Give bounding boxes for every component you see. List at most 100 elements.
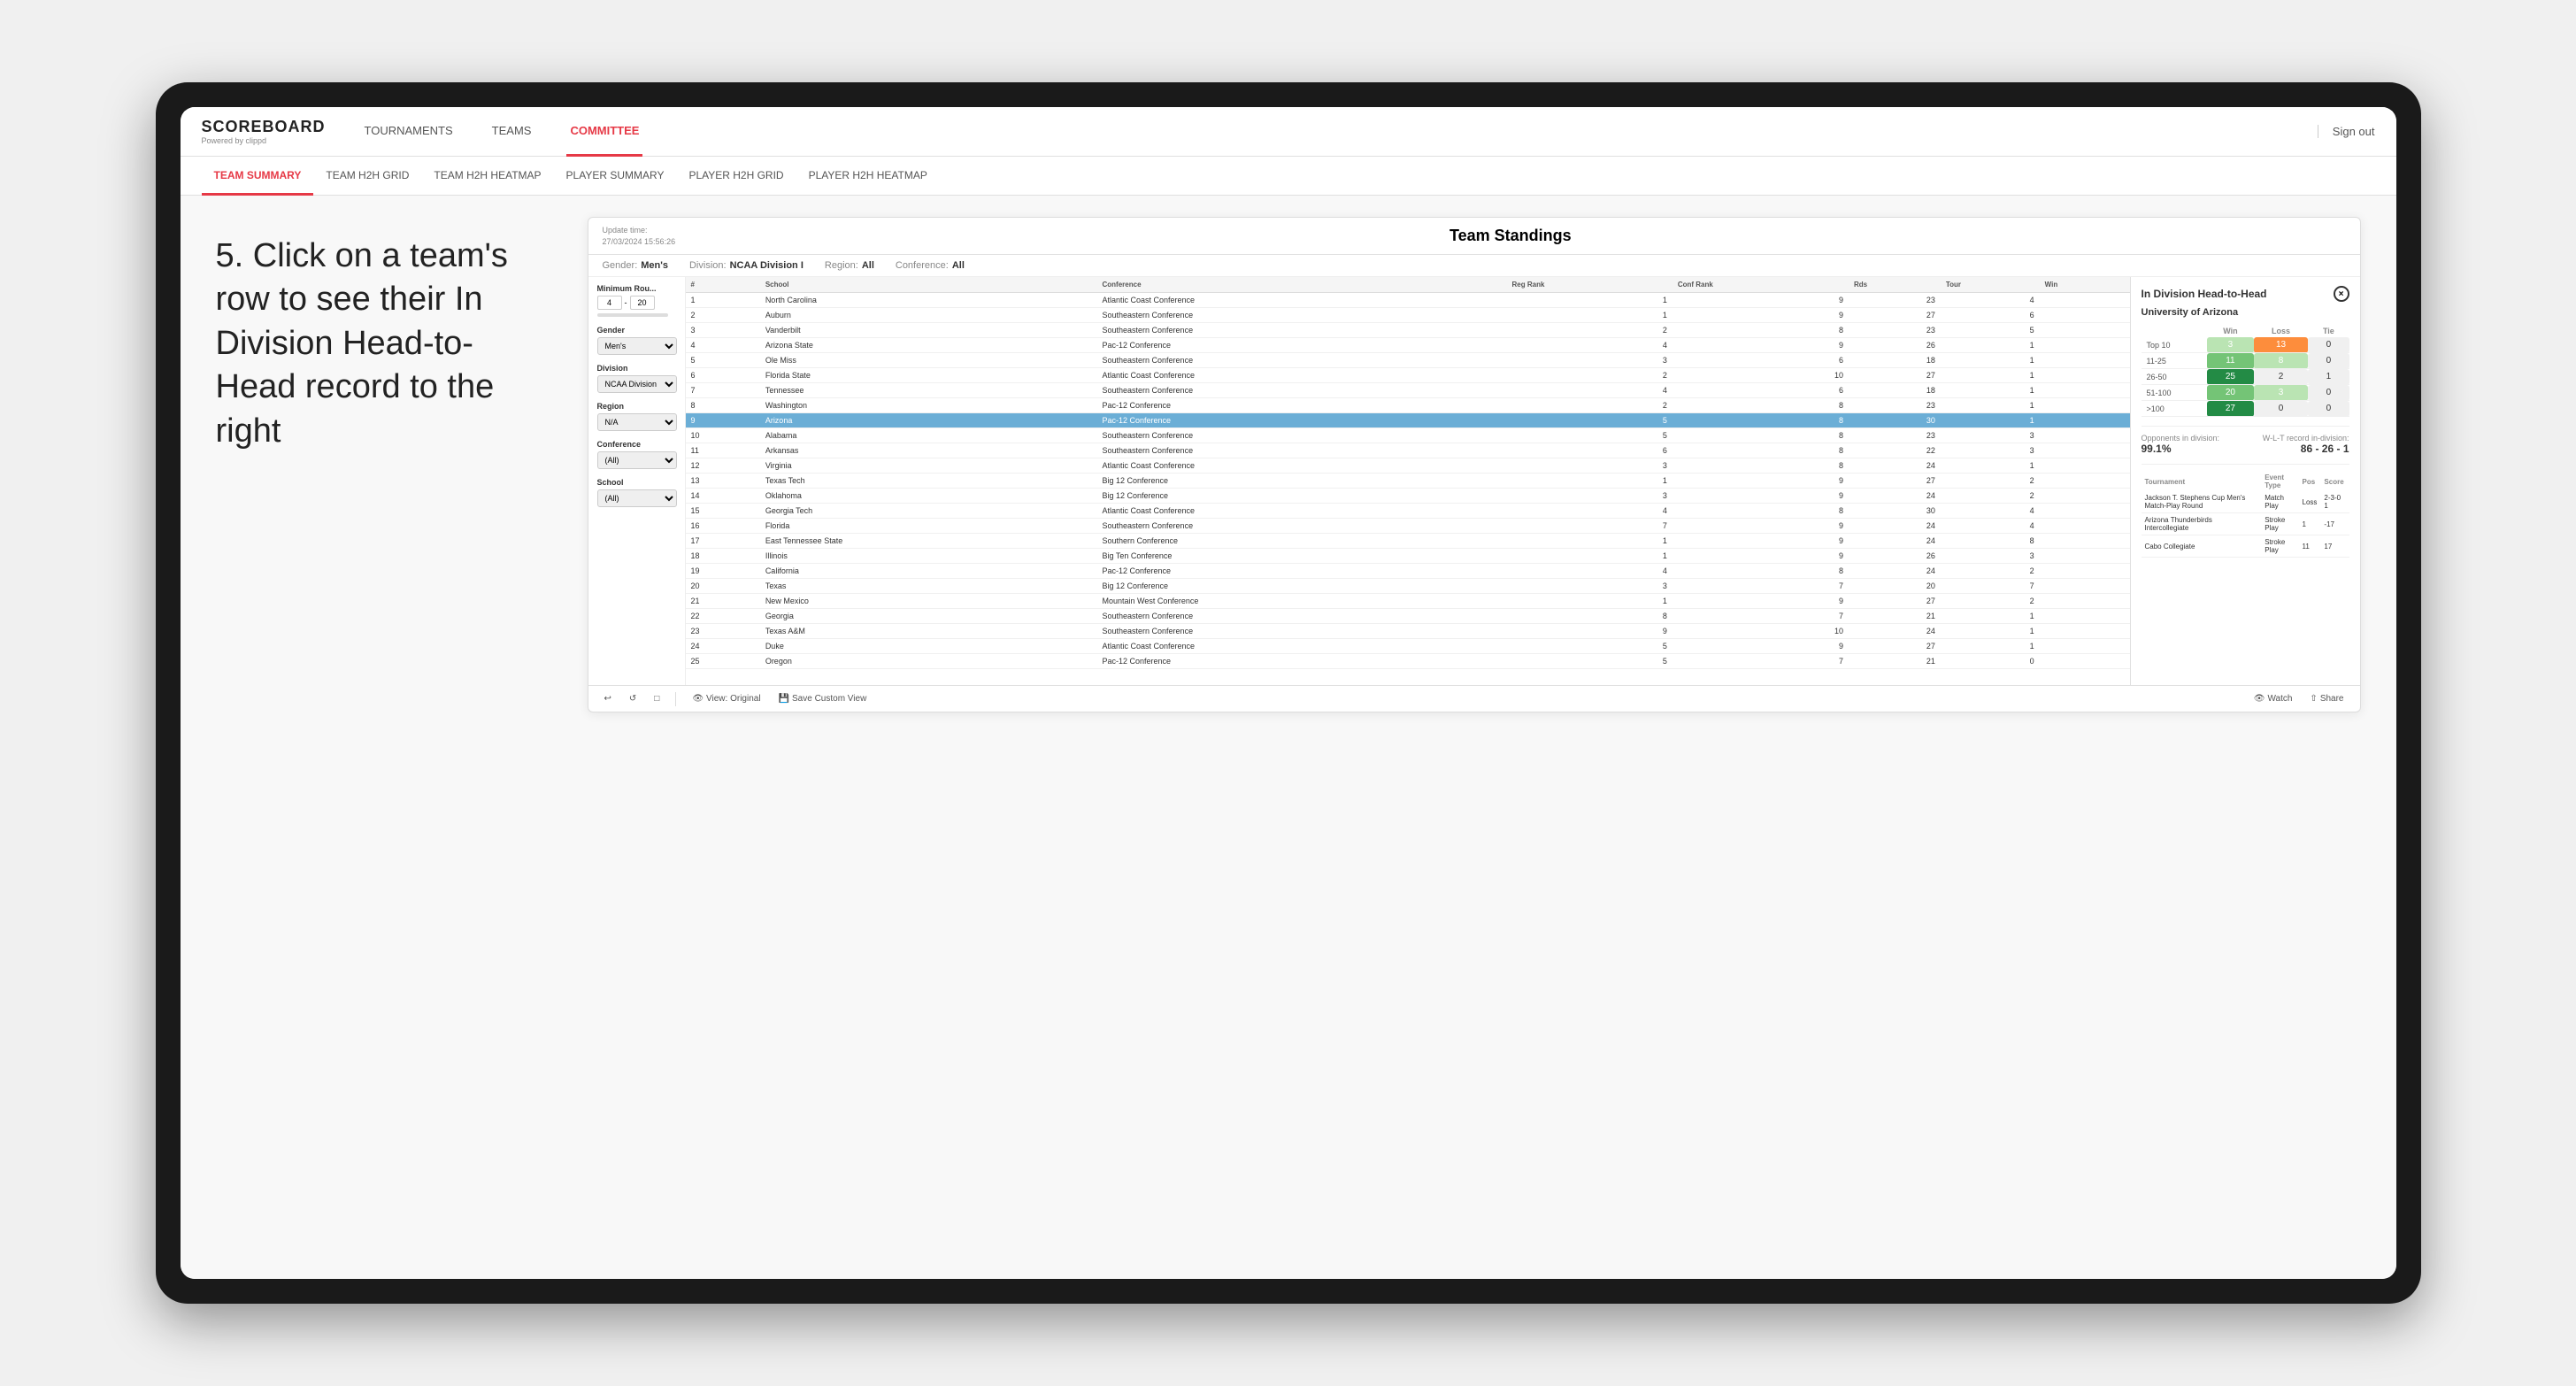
undo-button[interactable]: ↩ [599, 691, 617, 706]
cell-conference: Southern Conference [1097, 534, 1507, 549]
nav-committee[interactable]: COMMITTEE [566, 107, 642, 157]
table-row[interactable]: 19 California Pac-12 Conference 4 8 24 2 [686, 564, 2130, 579]
division-select[interactable]: NCAA Division I NCAA Division II [597, 375, 677, 393]
table-row[interactable]: 1 North Carolina Atlantic Coast Conferen… [686, 293, 2130, 308]
table-row[interactable]: 3 Vanderbilt Southeastern Conference 2 8… [686, 323, 2130, 338]
cell-conference: Southeastern Conference [1097, 383, 1507, 398]
cell-rds: 21 [1849, 609, 1941, 624]
copy-button[interactable]: □ [649, 691, 665, 706]
right-panel: In Division Head-to-Head × University of… [2130, 277, 2360, 685]
main-content: 5. Click on a team's row to see their In… [181, 196, 2396, 1279]
table-row[interactable]: 22 Georgia Southeastern Conference 8 7 2… [686, 609, 2130, 624]
table-row[interactable]: 10 Alabama Southeastern Conference 5 8 2… [686, 428, 2130, 443]
opponents-left: Opponents in division: 99.1% [2142, 434, 2220, 455]
screen: SCOREBOARD Powered by clippd TOURNAMENTS… [181, 107, 2396, 1279]
cell-tour: 3 [1941, 443, 2040, 458]
share-button[interactable]: ⇧ Share [2304, 691, 2349, 706]
table-row[interactable]: 16 Florida Southeastern Conference 7 9 2… [686, 519, 2130, 534]
subnav-team-h2h-grid[interactable]: TEAM H2H GRID [313, 157, 421, 196]
gender-select[interactable]: Men's Women's [597, 337, 677, 355]
save-custom-view-button[interactable]: 💾 Save Custom View [773, 691, 873, 706]
nav-teams[interactable]: TEAMS [488, 107, 535, 157]
table-row[interactable]: 13 Texas Tech Big 12 Conference 1 9 27 2 [686, 474, 2130, 489]
cell-school: California [760, 564, 1097, 579]
cell-conference: Big 12 Conference [1097, 489, 1507, 504]
table-row[interactable]: 12 Virginia Atlantic Coast Conference 3 … [686, 458, 2130, 474]
cell-rank: 23 [686, 624, 760, 639]
tourn-pos: 1 [2299, 513, 2321, 535]
cell-rank: 13 [686, 474, 760, 489]
nav-tournaments[interactable]: TOURNAMENTS [361, 107, 457, 157]
cell-tour: 1 [1941, 639, 2040, 654]
cell-rds: 23 [1849, 293, 1941, 308]
cell-conf-rank: 8 [1672, 564, 1849, 579]
cell-win [2040, 564, 2130, 579]
opponents-section: Opponents in division: 99.1% W-L-T recor… [2142, 426, 2349, 455]
cell-conference: Southeastern Conference [1097, 519, 1507, 534]
tourn-col-name: Tournament [2142, 472, 2262, 491]
cell-reg-rank: 1 [1507, 549, 1672, 564]
cell-win [2040, 534, 2130, 549]
h2h-tie: 1 [2308, 369, 2349, 385]
cell-rank: 21 [686, 594, 760, 609]
h2h-row: >100 27 0 0 [2142, 401, 2349, 417]
watch-icon: 👁 [2254, 694, 2265, 704]
table-row[interactable]: 6 Florida State Atlantic Coast Conferenc… [686, 368, 2130, 383]
sign-out-button[interactable]: Sign out [2318, 125, 2375, 138]
h2h-grid-table: Win Loss Tie Top 10 3 13 0 11-25 11 8 0 … [2142, 325, 2349, 417]
table-row[interactable]: 21 New Mexico Mountain West Conference 1… [686, 594, 2130, 609]
table-row[interactable]: 9 Arizona Pac-12 Conference 5 8 30 1 [686, 413, 2130, 428]
table-row[interactable]: 20 Texas Big 12 Conference 3 7 20 7 [686, 579, 2130, 594]
table-row[interactable]: 8 Washington Pac-12 Conference 2 8 23 1 [686, 398, 2130, 413]
cell-win [2040, 308, 2130, 323]
table-row[interactable]: 25 Oregon Pac-12 Conference 5 7 21 0 [686, 654, 2130, 669]
min-rounds-min-input[interactable] [597, 296, 622, 310]
close-button[interactable]: × [2334, 286, 2349, 302]
table-row[interactable]: 23 Texas A&M Southeastern Conference 9 1… [686, 624, 2130, 639]
filter-group-region: Region N/A [597, 402, 676, 431]
subnav-team-summary[interactable]: TEAM SUMMARY [202, 157, 314, 196]
subnav-player-h2h-heatmap[interactable]: PLAYER H2H HEATMAP [796, 157, 940, 196]
subnav-player-summary[interactable]: PLAYER SUMMARY [554, 157, 677, 196]
cell-reg-rank: 2 [1507, 398, 1672, 413]
standings-table-container: # School Conference Reg Rank Conf Rank R… [686, 277, 2130, 685]
table-row[interactable]: 5 Ole Miss Southeastern Conference 3 6 1… [686, 353, 2130, 368]
standings-table: # School Conference Reg Rank Conf Rank R… [686, 277, 2130, 669]
table-row[interactable]: 14 Oklahoma Big 12 Conference 3 9 24 2 [686, 489, 2130, 504]
col-school: School [760, 277, 1097, 293]
cell-win [2040, 293, 2130, 308]
cell-win [2040, 398, 2130, 413]
min-rounds-max-input[interactable] [630, 296, 655, 310]
table-row[interactable]: 7 Tennessee Southeastern Conference 4 6 … [686, 383, 2130, 398]
table-row[interactable]: 17 East Tennessee State Southern Confere… [686, 534, 2130, 549]
table-row[interactable]: 11 Arkansas Southeastern Conference 6 8 … [686, 443, 2130, 458]
team-name: University of Arizona [2142, 307, 2349, 318]
cell-school: Oklahoma [760, 489, 1097, 504]
redo-button[interactable]: ↺ [624, 691, 642, 706]
save-icon: 💾 [779, 694, 789, 704]
window-title: Team Standings [675, 227, 2345, 245]
nav-items: TOURNAMENTS TEAMS COMMITTEE [361, 107, 2318, 157]
table-row[interactable]: 2 Auburn Southeastern Conference 1 9 27 … [686, 308, 2130, 323]
conference-select[interactable]: (All) [597, 451, 677, 469]
cell-tour: 6 [1941, 308, 2040, 323]
table-row[interactable]: 4 Arizona State Pac-12 Conference 4 9 26… [686, 338, 2130, 353]
watch-button[interactable]: 👁 Watch [2249, 691, 2298, 706]
cell-conf-rank: 8 [1672, 398, 1849, 413]
table-row[interactable]: 24 Duke Atlantic Coast Conference 5 9 27… [686, 639, 2130, 654]
cell-tour: 1 [1941, 353, 2040, 368]
cell-rds: 18 [1849, 353, 1941, 368]
filter-gender: Gender: Men's [603, 260, 668, 271]
view-original-button[interactable]: 👁 View: Original [687, 691, 765, 706]
min-rounds-slider[interactable] [597, 313, 668, 317]
table-row[interactable]: 18 Illinois Big Ten Conference 1 9 26 3 [686, 549, 2130, 564]
cell-win [2040, 609, 2130, 624]
subnav-team-h2h-heatmap[interactable]: TEAM H2H HEATMAP [421, 157, 553, 196]
school-select[interactable]: (All) [597, 489, 677, 507]
subnav-player-h2h-grid[interactable]: PLAYER H2H GRID [676, 157, 796, 196]
table-head: # School Conference Reg Rank Conf Rank R… [686, 277, 2130, 293]
table-row[interactable]: 15 Georgia Tech Atlantic Coast Conferenc… [686, 504, 2130, 519]
cell-school: North Carolina [760, 293, 1097, 308]
region-select[interactable]: N/A [597, 413, 677, 431]
cell-school: Virginia [760, 458, 1097, 474]
